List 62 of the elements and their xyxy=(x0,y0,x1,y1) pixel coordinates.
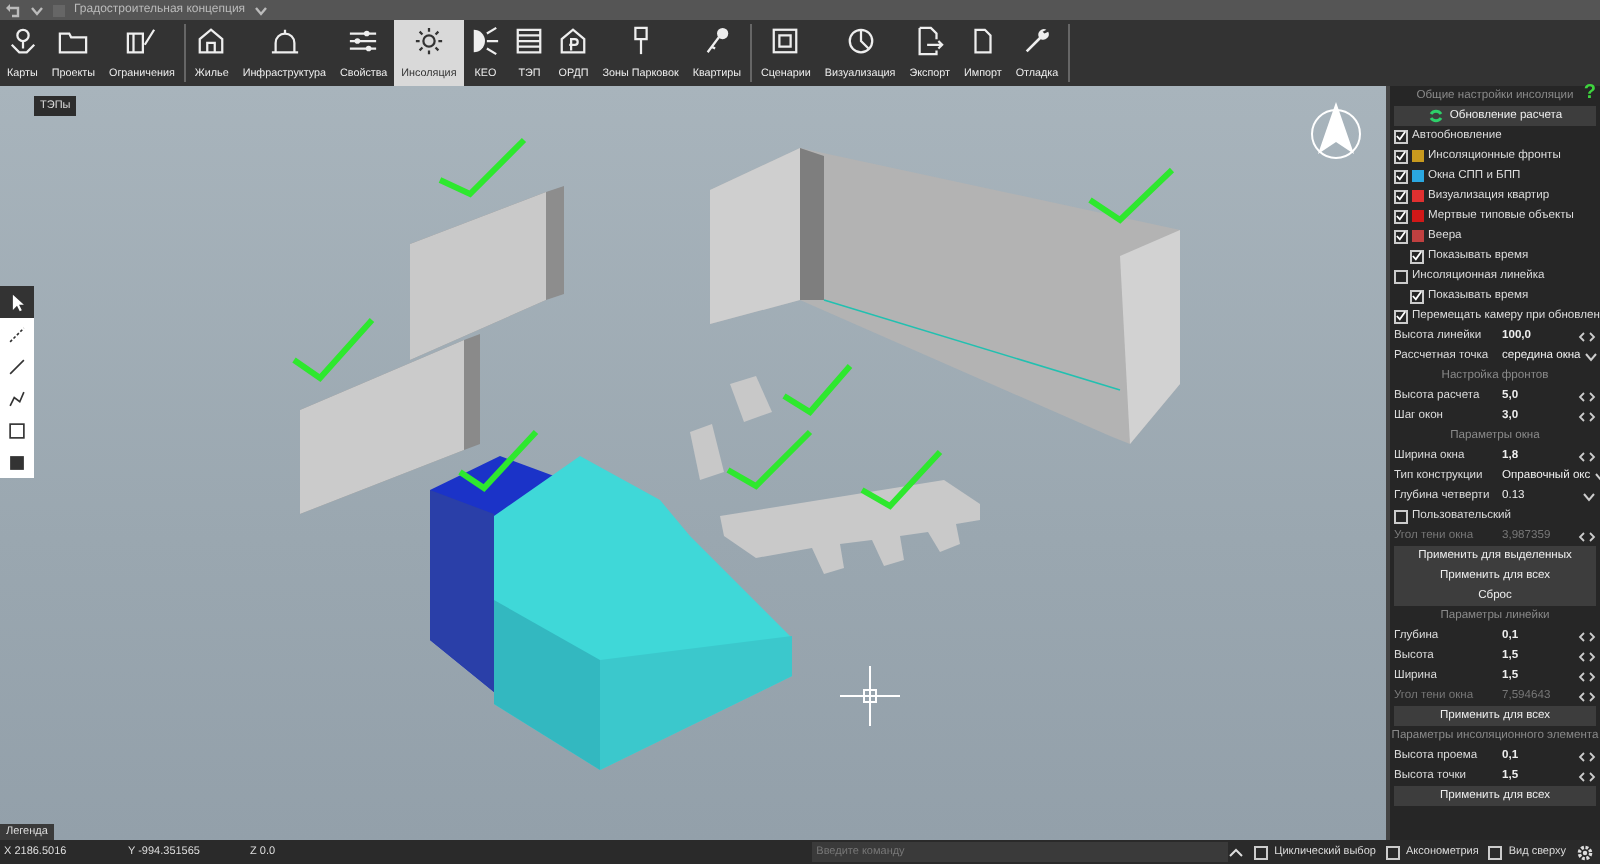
check-mark-icon xyxy=(438,137,527,198)
checkbox[interactable] xyxy=(1385,845,1400,859)
chevron-up-icon[interactable] xyxy=(1228,847,1245,857)
check-mark-icon xyxy=(726,429,813,490)
check-mark-icon xyxy=(860,449,943,510)
caret-icon[interactable] xyxy=(1584,351,1599,361)
settings-icon[interactable] xyxy=(1576,843,1594,861)
folder-icon xyxy=(58,26,89,56)
spinner-arrows-icon[interactable] xyxy=(1578,751,1596,761)
spinner-arrows-icon[interactable] xyxy=(1578,651,1596,661)
checkbox[interactable] xyxy=(1394,269,1408,283)
cursor-arrow-tool[interactable] xyxy=(0,286,34,318)
check-mark-icon xyxy=(1088,167,1175,224)
house-icon xyxy=(196,26,227,56)
undo-icon[interactable] xyxy=(6,3,22,17)
table-icon xyxy=(514,26,545,56)
checkbox[interactable] xyxy=(1410,289,1424,303)
spinner-arrows-icon[interactable] xyxy=(1578,331,1596,341)
pie-chart-icon xyxy=(845,26,876,56)
checkbox[interactable] xyxy=(1410,249,1424,263)
crosshair-cursor-icon xyxy=(839,665,901,727)
map-pencil-icon xyxy=(126,26,157,56)
help-icon[interactable]: ? xyxy=(1583,84,1596,104)
half-sun-icon xyxy=(470,26,501,56)
rectangle-icon xyxy=(6,419,28,441)
sun-icon xyxy=(413,26,444,56)
checkbox[interactable] xyxy=(1394,309,1408,323)
line-icon xyxy=(6,355,28,377)
spinner-arrows-icon[interactable] xyxy=(1578,411,1596,421)
spinner-arrows-icon[interactable] xyxy=(1578,391,1596,401)
frame-icon xyxy=(770,26,801,56)
checkbox[interactable] xyxy=(1488,845,1503,859)
checkbox[interactable] xyxy=(1394,129,1408,143)
spinner-arrows-icon[interactable] xyxy=(1578,631,1596,641)
checkbox[interactable] xyxy=(1394,189,1408,203)
file-export-icon xyxy=(914,26,945,56)
square-icon xyxy=(52,3,66,17)
refresh-icon xyxy=(1427,108,1444,124)
sliders-icon xyxy=(348,26,379,56)
spinner-arrows-icon[interactable] xyxy=(1578,531,1596,541)
chevron-down-icon[interactable] xyxy=(253,5,268,15)
map-pin-icon xyxy=(7,26,38,56)
check-mark-icon xyxy=(458,429,539,492)
spinner-arrows-icon[interactable] xyxy=(1578,671,1596,681)
dome-icon xyxy=(269,26,300,56)
checkbox[interactable] xyxy=(1394,149,1408,163)
filled-square-icon xyxy=(6,451,28,473)
checkbox[interactable] xyxy=(1394,509,1408,523)
checkbox[interactable] xyxy=(1394,229,1408,243)
check-mark-icon xyxy=(292,318,375,382)
checkbox[interactable] xyxy=(1394,169,1408,183)
spinner-arrows-icon[interactable] xyxy=(1578,451,1596,461)
spinner-arrows-icon[interactable] xyxy=(1578,771,1596,781)
chevron-down-icon[interactable] xyxy=(30,5,44,15)
house-currency-icon xyxy=(558,26,589,56)
polyline-icon xyxy=(6,387,28,409)
dashed-line-icon xyxy=(6,323,28,345)
wrench-icon xyxy=(1022,26,1052,56)
spinner-arrows-icon[interactable] xyxy=(1578,691,1596,701)
checkbox[interactable] xyxy=(1254,845,1269,859)
check-mark-icon xyxy=(782,364,853,416)
checkbox[interactable] xyxy=(1394,209,1408,223)
